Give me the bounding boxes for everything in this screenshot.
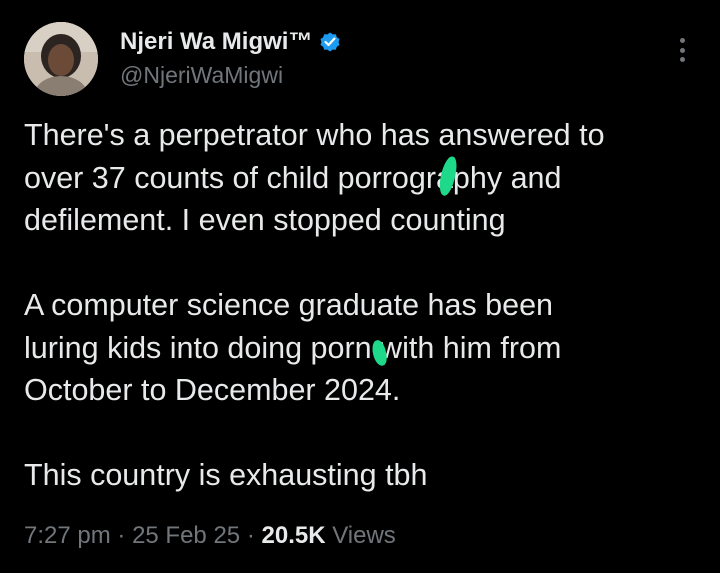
meta-separator: · (246, 522, 255, 549)
tweet-line: October to December 2024. (24, 373, 401, 407)
author-display-name[interactable]: Njeri Wa Migwi™ (120, 28, 312, 56)
tweet-line: A computer science graduate has been (24, 288, 554, 322)
more-dot (679, 57, 685, 62)
tweet-meta: 7:27 pm · 25 Feb 25 · 20.5K Views (24, 522, 396, 550)
tweet-line: over 37 counts of child porrography and (24, 160, 562, 195)
tweet-date[interactable]: 25 Feb 25 (132, 522, 240, 549)
tweet-time[interactable]: 7:27 pm (24, 522, 111, 549)
tweet-card: Njeri Wa Migwi™ @NjeriWaMigwi There's a … (0, 0, 720, 573)
more-dot (679, 47, 685, 53)
tweet-line: defilement. I even stopped counting (24, 203, 506, 237)
more-options-icon[interactable] (670, 36, 694, 64)
views-count: 20.5K (261, 522, 326, 549)
tweet-paragraph-3: This country is exhausting tbh (24, 454, 704, 497)
author-handle[interactable]: @NjeriWaMigwi (120, 62, 283, 89)
avatar[interactable] (24, 22, 98, 96)
tweet-line: This country is exhausting tbh (24, 458, 428, 492)
views-label: Views (332, 522, 396, 549)
more-dot (679, 38, 685, 43)
tweet-text: There's a perpetrator who has answered t… (24, 114, 704, 497)
tweet-line: luring kids into doing porn with him fro… (24, 330, 562, 365)
author-name-row: Njeri Wa Migwi™ (120, 26, 342, 58)
avatar-image (24, 22, 98, 96)
tweet-line: There's a perpetrator who has answered t… (24, 118, 605, 152)
tweet-paragraph-1: There's a perpetrator who has answered t… (24, 114, 704, 242)
tweet-paragraph-2: A computer science graduate has been lur… (24, 284, 704, 412)
verified-badge-icon[interactable] (318, 30, 342, 54)
meta-separator: · (117, 522, 126, 549)
